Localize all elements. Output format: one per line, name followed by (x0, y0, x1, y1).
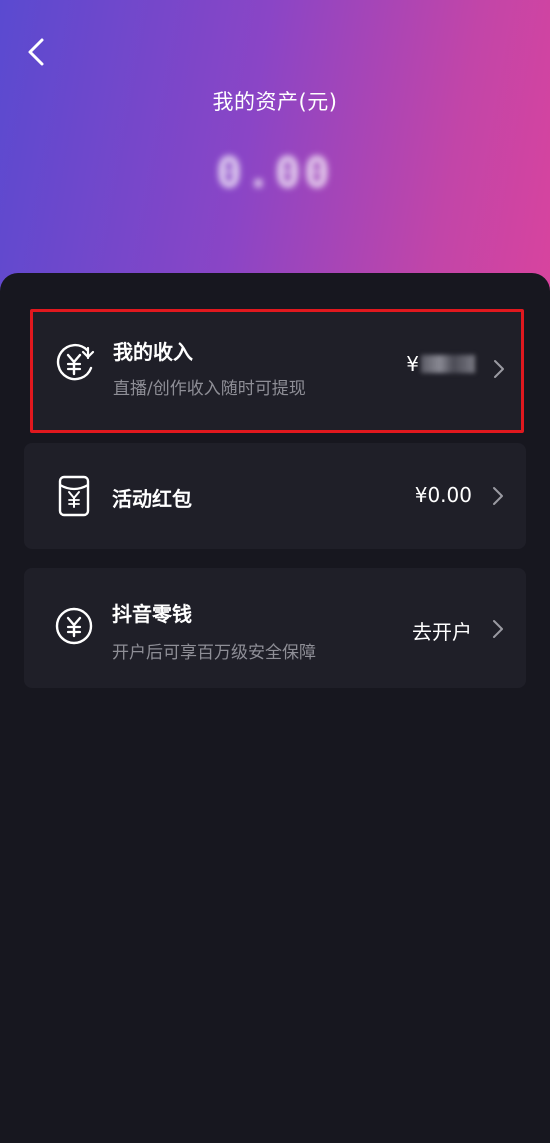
page-title: 我的资产(元) (212, 90, 338, 114)
wallet-subtitle: 开户后可享百万级安全保障 (112, 643, 316, 663)
assets-header: 我的资产(元) 0.00 (0, 0, 550, 300)
red-packet-icon (52, 474, 96, 518)
total-assets-amount: 0.00 (0, 147, 550, 197)
income-amount-hidden (421, 355, 475, 373)
yen-income-icon (53, 341, 97, 385)
income-currency: ¥ (406, 352, 419, 376)
income-title: 我的收入 (113, 340, 193, 364)
my-income-card[interactable]: 我的收入 直播/创作收入随时可提现 ¥ (30, 309, 524, 433)
chevron-right-icon (490, 618, 506, 640)
assets-list-panel: 我的收入 直播/创作收入随时可提现 ¥ 活动红包 ¥0.00 抖音零钱 开户后可… (0, 273, 550, 1143)
income-subtitle: 直播/创作收入随时可提现 (113, 379, 306, 399)
income-value: ¥ (406, 352, 475, 376)
chevron-right-icon (490, 485, 506, 507)
red-packet-card[interactable]: 活动红包 ¥0.00 (24, 443, 526, 549)
my-assets-page: 我的资产(元) 0.00 我的收入 直播/创作收入随时可提现 ¥ 活动红包 ¥0… (0, 0, 550, 1143)
back-button[interactable] (14, 30, 58, 74)
yen-circle-icon (52, 604, 96, 648)
open-account-link[interactable]: 去开户 (412, 616, 472, 645)
total-assets-value: 0.00 (216, 147, 334, 197)
wallet-title: 抖音零钱 (112, 602, 192, 626)
red-packet-title: 活动红包 (112, 487, 192, 511)
red-packet-value: ¥0.00 (414, 483, 472, 507)
chevron-right-icon (491, 358, 507, 380)
back-arrow-icon (28, 38, 44, 66)
douyin-wallet-card[interactable]: 抖音零钱 开户后可享百万级安全保障 去开户 (24, 568, 526, 688)
